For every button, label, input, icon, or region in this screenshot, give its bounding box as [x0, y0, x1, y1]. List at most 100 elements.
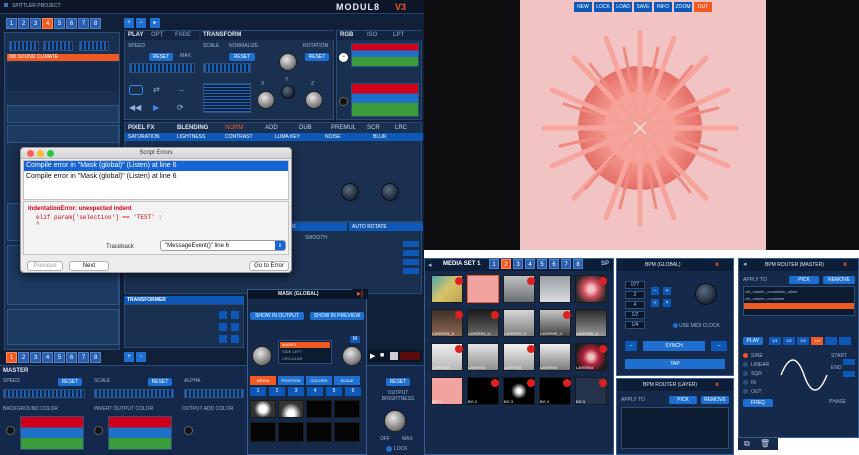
rewind-icon[interactable]: ◀◀	[129, 103, 143, 113]
bpm-router-master-pin-icon[interactable]: ⏸	[843, 260, 847, 270]
auto-rotate-toggle-3[interactable]	[403, 259, 419, 265]
bpm-tap-plus[interactable]: −	[711, 341, 727, 351]
rgb-minus-icon[interactable]: −	[339, 53, 348, 62]
auto-rotate-toggle-4[interactable]	[403, 268, 419, 274]
bottom-layer-num-2[interactable]: 2	[18, 352, 29, 363]
position-knob[interactable]	[281, 85, 295, 99]
rotation-y-knob[interactable]	[257, 91, 275, 109]
bpm-value[interactable]: 077	[625, 281, 645, 289]
tab-iso[interactable]: ISO	[367, 32, 377, 38]
bottom-layer-num-6[interactable]: 6	[66, 352, 77, 363]
router-master-menu-icon[interactable]: ◂	[743, 260, 747, 268]
go-to-error-button[interactable]: Go to Error	[249, 261, 289, 271]
mask-m-button[interactable]: M	[350, 336, 360, 343]
router-div-1-1[interactable]: 1/1	[769, 337, 781, 345]
media-set-num-3[interactable]: 3	[513, 259, 523, 269]
blur-knob[interactable]	[381, 183, 399, 201]
preview-info-button[interactable]: INFO	[654, 2, 672, 12]
speed-slider[interactable]	[129, 63, 195, 73]
router-trash-icon[interactable]: 🗑	[760, 439, 770, 448]
layer-num-3[interactable]: 3	[30, 18, 41, 29]
bottom-layer-num-7[interactable]: 7	[78, 352, 89, 363]
mask-knob-right[interactable]	[342, 346, 362, 366]
tap-button[interactable]: TAP	[625, 359, 725, 369]
master-alpha-reset[interactable]: RESET	[386, 378, 410, 386]
next-button[interactable]: Next	[69, 261, 109, 271]
add-color-toggle-icon[interactable]	[184, 426, 193, 435]
layer-slot-e[interactable]	[7, 309, 119, 345]
bg-color-toggle-icon[interactable]	[6, 426, 15, 435]
media-set-num-6[interactable]: 6	[549, 259, 559, 269]
transformer-btn-6[interactable]	[231, 335, 239, 343]
mask-list-item-1[interactable]: MASKS	[280, 342, 330, 348]
rotation-x-knob[interactable]	[279, 53, 297, 71]
bpm-plus-button[interactable]: +	[663, 287, 671, 295]
mask-num-2[interactable]: 2	[269, 387, 285, 396]
bg-color-sliders[interactable]	[20, 416, 84, 450]
bpm-half-button[interactable]: ÷	[651, 299, 659, 307]
bottom-layer-num-3[interactable]: 3	[30, 352, 41, 363]
blend-mode-lrc[interactable]: LRC	[395, 125, 407, 131]
show-in-output-button[interactable]: SHOW IN OUTPUT	[250, 312, 304, 320]
mask-thumb-4[interactable]	[334, 400, 360, 418]
tab-fade[interactable]: FADE	[175, 32, 191, 38]
blend-mode-norm[interactable]: NORM	[225, 125, 243, 131]
mask-thumb-8[interactable]	[334, 422, 360, 442]
option-out-radio[interactable]	[743, 389, 748, 394]
bpm-div-quarter[interactable]: 1/4	[625, 321, 645, 329]
add-layer-button[interactable]: +	[124, 18, 134, 28]
blend-mode-scr[interactable]: SCR	[367, 125, 380, 131]
layer-num-1[interactable]: 1	[6, 18, 17, 29]
media-set-num-2[interactable]: 2	[501, 259, 511, 269]
router-div-1-4[interactable]: 1/4	[811, 337, 823, 345]
mask-num-3[interactable]: 3	[288, 387, 304, 396]
router-end-field[interactable]	[843, 371, 855, 377]
synch-button[interactable]: SYNCH	[643, 341, 705, 351]
bottom-layer-num-4[interactable]: 4	[42, 352, 53, 363]
tab-lpt[interactable]: LPT	[393, 32, 404, 38]
bpm-global-pin-icon[interactable]: ⏸	[715, 260, 719, 270]
router-master-pick-button[interactable]: PICK	[789, 276, 819, 284]
layer-num-5[interactable]: 5	[54, 18, 65, 29]
bpm-div-4[interactable]: 4	[625, 301, 645, 309]
router-start-field[interactable]	[843, 359, 855, 365]
forward-icon[interactable]: →	[177, 85, 191, 95]
bpm-router-layer-pin-icon[interactable]: ⏸	[715, 380, 719, 390]
previous-button[interactable]: Previous	[27, 261, 63, 271]
traceback-select[interactable]: "MessageEvent()" line 6 ⇕	[160, 240, 286, 251]
mask-thumb-1[interactable]	[250, 400, 276, 418]
scale-reset-button[interactable]: RESET	[229, 53, 255, 61]
media-thumb-r1-2[interactable]	[467, 275, 499, 303]
router-div-extra-2[interactable]	[839, 337, 851, 345]
layer-num-8[interactable]: 8	[90, 18, 101, 29]
error-list-item[interactable]: Compile error in "Mask (global)" (Listen…	[24, 172, 288, 182]
speed-reset-button[interactable]: RESET	[149, 53, 173, 61]
option-linear-radio[interactable]	[743, 362, 748, 367]
router-layer-remove-button[interactable]: REMOVE	[701, 396, 729, 404]
bottom-layer-num-1[interactable]: 1	[6, 352, 17, 363]
noise-knob[interactable]	[341, 183, 359, 201]
mask-tab-scale[interactable]: SCALE	[334, 376, 360, 385]
preview-out-button[interactable]: OUT	[694, 2, 712, 12]
option-sqr-radio[interactable]	[743, 371, 748, 376]
tab-play[interactable]: PLAY	[128, 32, 143, 38]
show-in-preview-button[interactable]: SHOW IN PREVIEW	[310, 312, 364, 320]
media-set-num-4[interactable]: 4	[525, 259, 535, 269]
router-master-remove-button[interactable]: REMOVE	[823, 276, 855, 284]
mask-close-icon[interactable]: ▸|	[352, 289, 368, 299]
master-scale-reset[interactable]: RESET	[148, 378, 172, 386]
rgb-toggle-icon[interactable]	[339, 97, 348, 106]
router-div-extra-1[interactable]	[825, 337, 837, 345]
media-thumb-r1-4[interactable]	[539, 275, 571, 303]
master-speed-slider[interactable]	[3, 389, 85, 398]
blend-mode-dub[interactable]: DUB	[299, 125, 312, 131]
option-sine-radio[interactable]	[743, 353, 748, 358]
shuffle-icon[interactable]: ⇄	[153, 85, 167, 95]
master-alpha-slider[interactable]	[184, 389, 244, 398]
mask-list-item-3[interactable]: CIRCULAR	[280, 356, 330, 362]
mask-thumb-3[interactable]	[306, 400, 332, 418]
rotation-reset-button[interactable]: RESET	[305, 53, 329, 61]
router-div-1-3[interactable]: 1/3	[797, 337, 809, 345]
bpm-knob[interactable]	[695, 283, 717, 305]
layer-num-2[interactable]: 2	[18, 18, 29, 29]
